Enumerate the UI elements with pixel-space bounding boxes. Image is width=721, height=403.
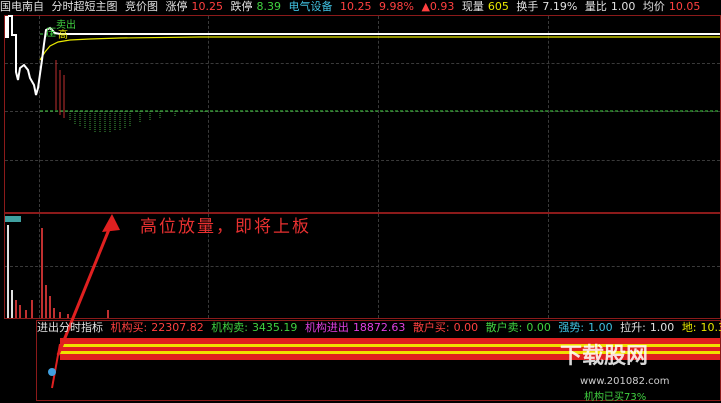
open-bar — [5, 16, 9, 38]
arrow-head — [102, 214, 120, 232]
annotation-text: 高位放量，即将上板 — [140, 217, 311, 237]
retail-sell-value: 0.00 — [526, 321, 551, 334]
retail-sell-label: 散户卖: — [485, 321, 523, 334]
watermark-url: www.201082.com — [580, 376, 670, 387]
ground-value: 10.36 — [700, 321, 721, 334]
arrow-line — [56, 221, 114, 356]
watermark-logo: 下载股网 — [560, 344, 649, 369]
high-signal-label: 高 — [58, 30, 68, 41]
inst-sell-value: 3435.19 — [251, 321, 298, 334]
retail-buy-label: 散户买: — [412, 321, 450, 334]
inst-sell-label: 机构卖: — [211, 321, 248, 334]
press-signal-label: 压 — [46, 28, 56, 39]
avg-price-line — [39, 36, 720, 61]
pull-label: 拉升: — [620, 321, 646, 334]
signal-dot — [48, 368, 56, 376]
indicator-stick — [51, 343, 61, 389]
indicator-header: 进出分时指标 机构买: 22307.82 机构卖: 3435.19 机构进出 1887… — [37, 321, 721, 335]
volume-block — [5, 216, 21, 222]
green-bars — [69, 111, 221, 133]
ground-label: 地: — [681, 321, 697, 334]
retail-buy-value: 0.00 — [453, 321, 479, 334]
indicator-name[interactable]: 进出分时指标 — [37, 321, 103, 334]
price-line — [8, 15, 720, 96]
inst-buy-value: 22307.82 — [151, 321, 204, 334]
strong-label: 强势: — [558, 321, 585, 334]
pull-value: 1.00 — [649, 321, 675, 334]
inst-net-value: 18872.63 — [352, 321, 406, 334]
inst-net-label: 机构进出 — [304, 321, 349, 334]
strong-value: 1.00 — [588, 321, 613, 334]
inst-buy-label: 机构买: — [110, 321, 148, 334]
